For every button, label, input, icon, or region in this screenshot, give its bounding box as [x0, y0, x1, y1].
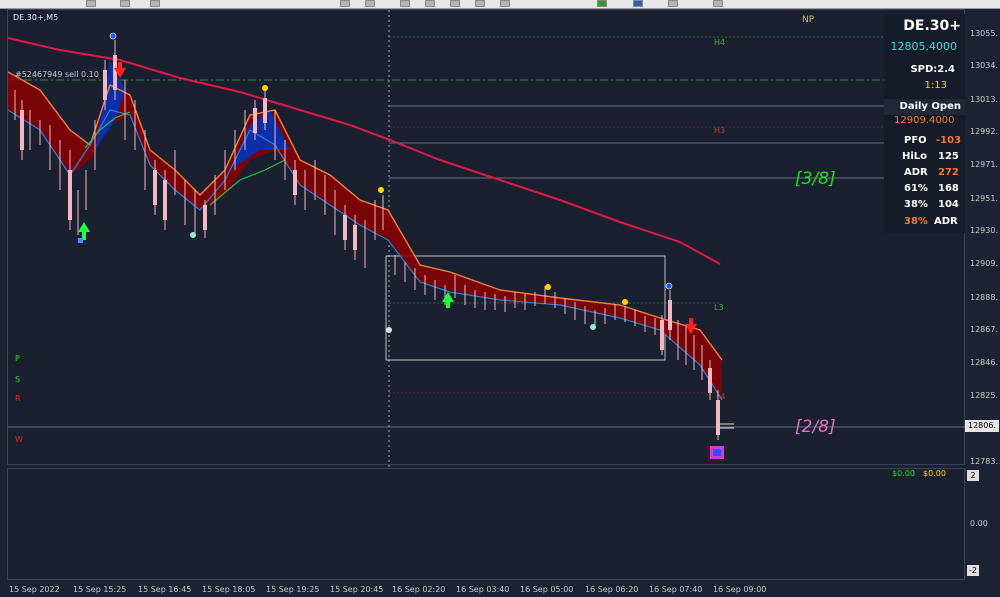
panel-price: 12805.4000	[890, 40, 957, 53]
stat-value: 125	[938, 151, 959, 162]
x-tick: 15 Sep 19:25	[266, 585, 320, 594]
psr-p: P	[15, 354, 20, 363]
w-label: W	[15, 435, 23, 444]
x-tick: 15 Sep 18:05	[202, 585, 256, 594]
stat-value: 272	[938, 167, 959, 178]
panel-countdown: 1:13	[924, 80, 947, 91]
stat-value: -103	[936, 135, 962, 146]
psr-r: R	[15, 394, 21, 403]
x-tick: 15 Sep 20:45	[330, 585, 384, 594]
level-h3: H3	[714, 126, 726, 135]
murrey-lower: [2/8]	[795, 417, 836, 437]
x-tick: 15 Sep 2022	[9, 585, 60, 594]
stat-label: ADR	[904, 167, 928, 178]
x-tick: 16 Sep 09:00	[713, 585, 767, 594]
y-tick: 12930.	[970, 226, 998, 235]
np-label: NP	[802, 15, 815, 25]
current-price-tag: 12806.	[965, 420, 999, 432]
info-panel: DE.30+ 12805.4000 SPD:2.4 1:13 Daily Ope…	[884, 14, 969, 233]
profit-left: $0.00	[892, 469, 915, 478]
panel-symbol: DE.30+	[903, 18, 961, 34]
x-tick: 15 Sep 15:25	[73, 585, 127, 594]
order-label[interactable]: #52467949 sell 0.10	[15, 70, 99, 79]
y-tick: 13034.	[970, 61, 998, 70]
y-tick: 13055.	[970, 29, 998, 38]
y-tick: 12825.	[970, 391, 998, 400]
y-tick: 12909.	[970, 259, 998, 268]
daily-open-value: 12909.4000	[894, 115, 955, 126]
x-tick: 16 Sep 07:40	[649, 585, 703, 594]
sub-axis-top: 2	[967, 470, 979, 481]
y-tick: 12783.	[970, 457, 998, 466]
symbol-label: DE.30+,M5	[13, 13, 59, 22]
x-tick: 16 Sep 02:20	[392, 585, 446, 594]
y-tick: 12846.	[970, 358, 998, 367]
stat-label: HiLo	[902, 151, 928, 162]
profit-right: $0.00	[923, 469, 946, 478]
x-tick: 16 Sep 06:20	[585, 585, 639, 594]
y-tick: 12971.	[970, 160, 998, 169]
stat-label: 38%	[904, 216, 928, 227]
level-l4: L4	[716, 392, 726, 401]
y-tick: 12992.	[970, 127, 998, 136]
oscillator-window[interactable]	[7, 468, 965, 580]
stat-label: 61%	[904, 183, 928, 194]
x-tick: 16 Sep 05:00	[520, 585, 574, 594]
y-tick: 12951.	[970, 194, 998, 203]
psr-s: S	[15, 375, 21, 384]
x-tick: 15 Sep 16:45	[138, 585, 192, 594]
level-l3: L3	[714, 303, 724, 312]
stat-value: ADR	[934, 216, 958, 227]
stat-value: 168	[938, 183, 959, 194]
y-tick: 13013.	[970, 95, 998, 104]
y-tick: 12888.	[970, 293, 998, 302]
y-tick: 12867.	[970, 325, 998, 334]
sub-axis-bottom: -2	[967, 565, 979, 576]
sub-axis-mid: 0.00	[970, 519, 988, 528]
stat-label: PFO	[904, 135, 927, 146]
x-tick: 16 Sep 03:40	[456, 585, 510, 594]
stat-label: 38%	[904, 199, 928, 210]
stat-value: 104	[938, 199, 959, 210]
level-h4: H4	[714, 38, 726, 47]
panel-spread: SPD:2.4	[910, 64, 955, 75]
murrey-upper: [3/8]	[795, 169, 836, 189]
daily-open-label: Daily Open	[884, 99, 969, 115]
